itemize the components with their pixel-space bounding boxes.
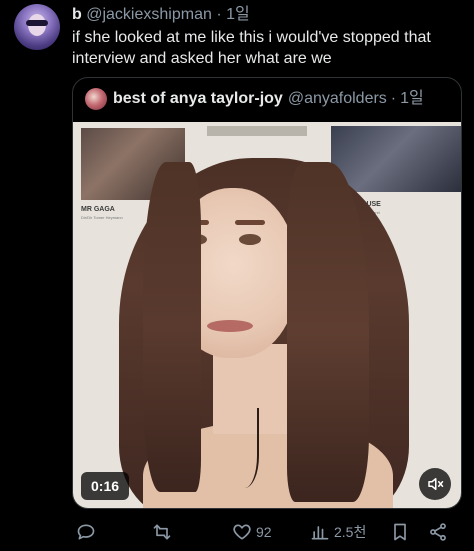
tweet-header: b @jackiexshipman · 1일 — [72, 5, 250, 25]
quoted-tweet[interactable]: best of anya taylor-joy @anyafolders · 1… — [72, 77, 462, 509]
wall-label-title: MR GAGA — [81, 206, 115, 213]
share-button[interactable] — [428, 518, 448, 546]
like-count: 92 — [256, 524, 272, 540]
person-hair-front — [143, 162, 201, 492]
share-icon — [430, 523, 446, 541]
author-name[interactable]: b — [72, 6, 82, 23]
retweet-icon — [153, 524, 171, 540]
views-count: 2.5천 — [334, 524, 367, 540]
tweet-time[interactable]: 1일 — [226, 6, 250, 23]
quoted-tweet-time: 1일 — [400, 90, 424, 107]
tweet-text: if she looked at me like this i would've… — [72, 29, 431, 67]
wall-artwork-right — [331, 126, 461, 192]
person-hair-front — [287, 162, 369, 502]
person-lips — [207, 320, 253, 332]
person-eye — [239, 234, 261, 245]
wall-artwork-middle — [207, 126, 307, 136]
quoted-separator: · — [390, 90, 397, 107]
video-player[interactable]: MR GAGA Dir/Dir Tomer Heymann IC HOUSE D… — [73, 122, 461, 508]
quoted-tweet-header: best of anya taylor-joy @anyafolders · 1… — [85, 88, 424, 110]
quoted-author-handle: @anyafolders — [287, 90, 387, 107]
like-button[interactable]: 92 — [232, 518, 272, 546]
tweet-actions: 92 2.5천 — [72, 518, 462, 546]
header-separator: · — [216, 6, 222, 23]
wall-label-subtitle: Dir/Dir Tomer Heymann — [81, 215, 123, 220]
retweet-button[interactable] — [152, 518, 172, 546]
mute-icon — [428, 478, 444, 490]
person-brow — [235, 220, 265, 225]
bookmark-button[interactable] — [390, 518, 410, 546]
mute-button[interactable] — [419, 468, 451, 500]
like-icon — [233, 524, 251, 540]
bookmark-icon — [394, 523, 406, 541]
reply-icon — [77, 524, 95, 540]
author-avatar[interactable] — [14, 4, 60, 50]
views-button[interactable]: 2.5천 — [310, 518, 366, 546]
views-icon — [311, 526, 329, 540]
reply-button[interactable] — [76, 518, 96, 546]
video-duration-badge: 0:16 — [81, 472, 130, 500]
quoted-author-avatar — [85, 88, 107, 110]
quoted-author-name: best of anya taylor-joy — [113, 90, 283, 107]
author-handle[interactable]: @jackiexshipman — [86, 6, 212, 23]
person-necklace — [223, 408, 259, 488]
